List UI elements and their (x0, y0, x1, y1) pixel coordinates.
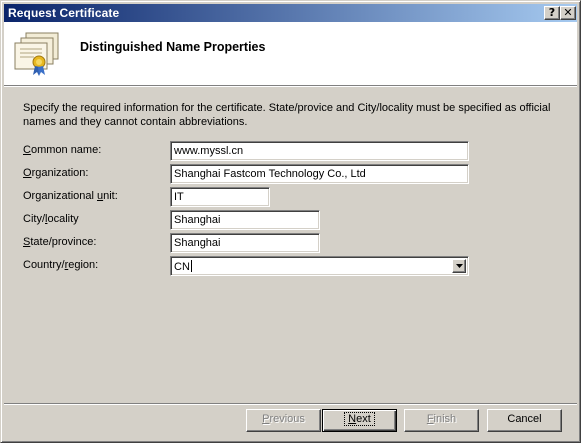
organization-label: Organization: (23, 167, 88, 179)
organization-value: Shanghai Fastcom Technology Co., Ltd (174, 168, 366, 180)
org-unit-label: Organizational unit: (23, 190, 118, 202)
country-label-text: egion: (68, 259, 99, 271)
country-label-prefix: Country/ (23, 259, 65, 271)
instructions-text: Specify the required information for the… (23, 102, 551, 128)
window-title: Request Certificate (8, 6, 120, 20)
state-field[interactable]: Shanghai (170, 233, 320, 253)
title-bar[interactable]: Request Certificate ? ✕ (4, 4, 577, 22)
text-caret (190, 260, 192, 272)
country-dropdown-button[interactable] (452, 259, 466, 273)
footer-divider-highlight (4, 404, 577, 405)
previous-label: revious (269, 413, 305, 425)
next-focus-ring: Next (344, 412, 375, 426)
state-label: State/province: (23, 236, 96, 248)
city-label-prefix: City/ (23, 213, 45, 225)
help-button[interactable]: ? (544, 6, 560, 20)
header-title: Distinguished Name Properties (80, 40, 266, 54)
organization-accesskey: O (23, 167, 32, 179)
org-unit-field[interactable]: IT (170, 187, 270, 207)
cancel-button[interactable]: Cancel (487, 409, 562, 432)
request-certificate-dialog: Request Certificate ? ✕ Distinguished Na… (0, 0, 581, 443)
city-label-text: ocality (47, 213, 79, 225)
common-name-label: Common name: (23, 144, 101, 156)
next-button[interactable]: Next (322, 409, 397, 432)
country-value: CN (174, 261, 190, 273)
header-divider-highlight (4, 86, 577, 87)
common-name-accesskey: C (23, 144, 31, 156)
next-accesskey: N (348, 413, 357, 425)
chevron-down-icon (456, 264, 463, 268)
org-unit-value: IT (174, 191, 184, 203)
finish-accesskey: F (426, 413, 434, 425)
city-label: City/locality (23, 213, 79, 225)
organization-label-text: rganization: (31, 167, 89, 179)
country-label: Country/region: (23, 259, 98, 271)
org-unit-label-text: nit: (103, 190, 118, 202)
finish-button[interactable]: Finish (404, 409, 479, 432)
previous-button[interactable]: Previous (246, 409, 321, 432)
common-name-value: www.myssl.cn (174, 145, 244, 157)
next-label: ext (356, 413, 371, 425)
city-value: Shanghai (174, 214, 221, 226)
close-button[interactable]: ✕ (560, 6, 576, 20)
city-field[interactable]: Shanghai (170, 210, 320, 230)
organization-field[interactable]: Shanghai Fastcom Technology Co., Ltd (170, 164, 469, 184)
finish-label: inish (433, 413, 457, 425)
state-value: Shanghai (174, 237, 221, 249)
wizard-header: Distinguished Name Properties (4, 22, 577, 85)
common-name-field[interactable]: www.myssl.cn (170, 141, 469, 161)
common-name-label-text: ommon name: (30, 144, 102, 156)
state-label-text: tate/province: (30, 236, 97, 248)
org-unit-label-prefix: Organizational (23, 190, 97, 202)
certificate-icon (14, 32, 59, 76)
country-select[interactable]: CN (170, 256, 469, 276)
